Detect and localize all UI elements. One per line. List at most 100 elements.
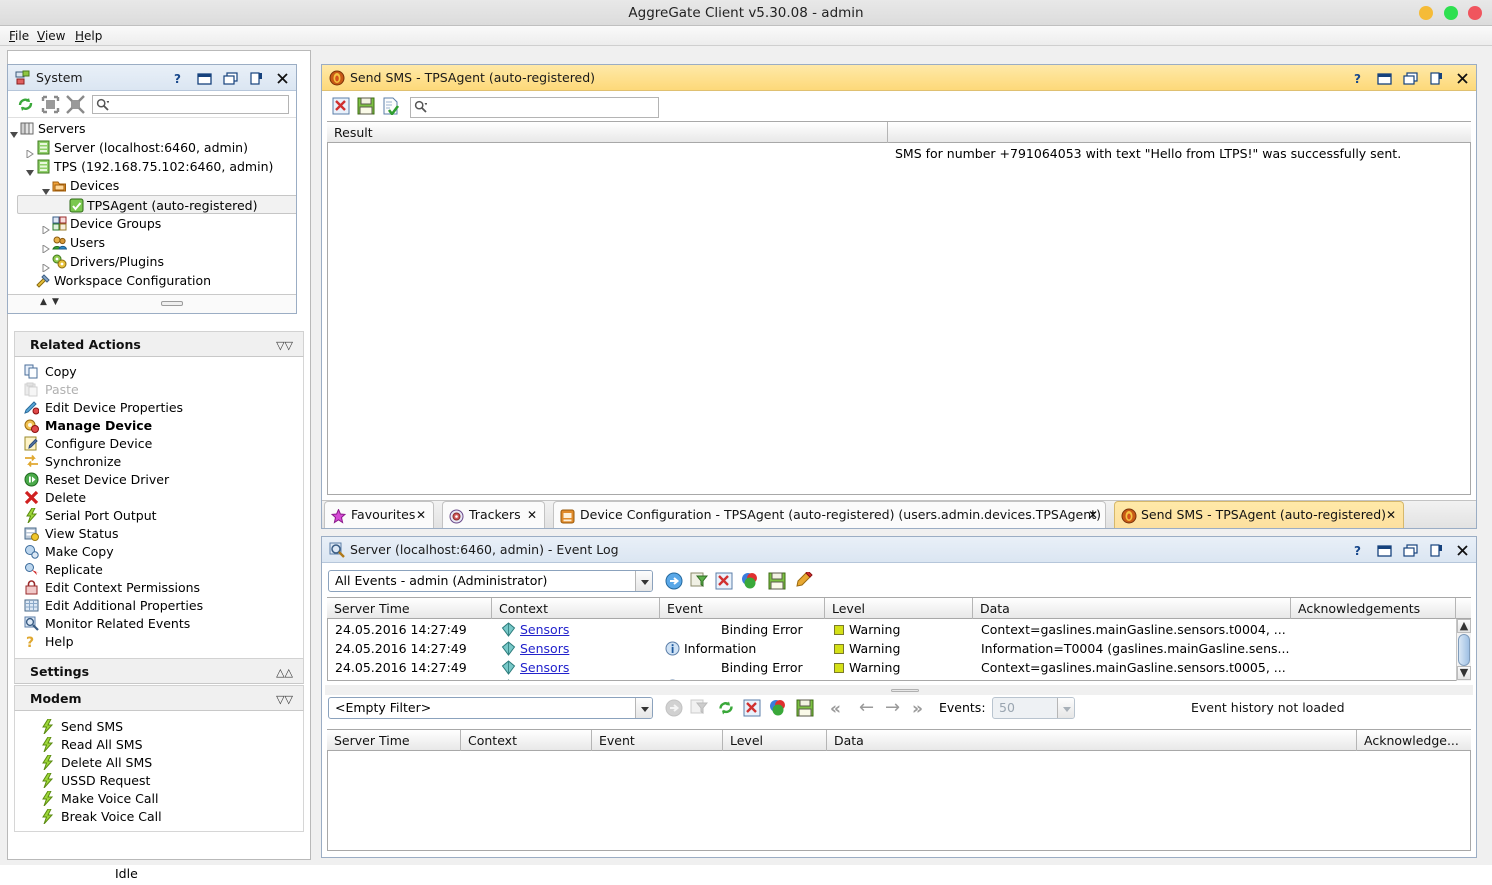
window-close-button[interactable] [1468, 6, 1482, 20]
menu-file[interactable]: File [4, 28, 34, 44]
modem-action-delete-all-sms[interactable]: Delete All SMS [31, 754, 303, 772]
clear-table-icon[interactable] [332, 97, 350, 115]
tree-node-users[interactable]: Users [8, 233, 296, 254]
event-cell-context-link[interactable]: Sensors [520, 622, 569, 637]
action-make-copy[interactable]: Make Copy [15, 543, 303, 561]
history-column-level[interactable]: Level [723, 730, 827, 751]
document-tab-3[interactable]: Send SMS - TPSAgent (auto-registered) ✕ [1114, 501, 1404, 528]
action-configure-device[interactable]: Configure Device [15, 435, 303, 453]
close-icon[interactable]: ✕ [416, 502, 426, 529]
maximize-button[interactable] [1377, 71, 1392, 86]
event-cell-context-link[interactable]: Sensors [520, 641, 569, 656]
action-manage-device[interactable]: Manage Device [15, 417, 303, 435]
event-cell-context[interactable]: Sensors [493, 677, 661, 680]
event-cell-context-link[interactable]: Sensors [520, 660, 569, 675]
help-button[interactable]: ? [1351, 543, 1366, 558]
tree-node-server-localhost-6460-admin[interactable]: Server (localhost:6460, admin) [8, 138, 296, 159]
restore-button[interactable] [223, 71, 238, 86]
cleanup-brush-icon[interactable] [795, 570, 813, 590]
close-button[interactable] [1455, 71, 1470, 86]
maximize-button[interactable] [197, 71, 212, 86]
history-column-server-time[interactable]: Server Time [327, 730, 461, 751]
document-tab-1[interactable]: Trackers ✕ [442, 501, 545, 528]
pin-button[interactable] [249, 71, 264, 86]
colors-icon[interactable] [769, 699, 787, 717]
chevron-up-icon[interactable]: △△ [276, 666, 293, 679]
history-column-acknowledge-[interactable]: Acknowledge... [1357, 730, 1470, 751]
event-log-table-body[interactable]: 24.05.2016 14:27:49 Sensors Binding Error W… [327, 619, 1471, 681]
system-search-input[interactable] [92, 95, 289, 114]
event-column-level[interactable]: Level [825, 598, 973, 619]
expander-expand-icon[interactable] [42, 258, 50, 273]
action-view-status[interactable]: View Status [15, 525, 303, 543]
event-filter-combo[interactable]: All Events - admin (Administrator) [328, 570, 653, 592]
expander-collapse-icon[interactable] [42, 182, 50, 195]
tree-node-device-groups[interactable]: Device Groups [8, 214, 296, 235]
scroll-down-button[interactable]: ▼ [1457, 666, 1471, 680]
collapse-all-icon[interactable] [66, 95, 85, 114]
modem-header[interactable]: Modem ▽▽ [14, 685, 304, 711]
tree-node-workspace-configuration[interactable]: Workspace Configuration [8, 271, 296, 290]
history-filter-combo[interactable]: <Empty Filter> [328, 697, 653, 719]
expander-expand-icon[interactable] [42, 239, 50, 254]
close-icon[interactable]: ✕ [527, 502, 537, 529]
event-column-event[interactable]: Event [660, 598, 825, 619]
save-icon[interactable] [357, 97, 375, 115]
chevron-down-icon[interactable]: ▽▽ [276, 693, 293, 706]
expander-expand-icon[interactable] [42, 220, 50, 235]
event-cell-context[interactable]: Sensors [493, 639, 661, 658]
action-serial-port-output[interactable]: Serial Port Output [15, 507, 303, 525]
clear-table-icon[interactable] [743, 699, 761, 717]
restore-button[interactable] [1403, 71, 1418, 86]
history-column-event[interactable]: Event [592, 730, 723, 751]
window-maximize-button[interactable] [1444, 6, 1458, 20]
event-column-data[interactable]: Data [973, 598, 1291, 619]
menu-help[interactable]: Help [70, 28, 107, 44]
document-tab-0[interactable]: Favourites ✕ [324, 501, 434, 528]
expand-all-icon[interactable] [41, 95, 60, 114]
events-count-combo[interactable]: 50 [992, 697, 1075, 719]
chevron-down-icon[interactable] [1057, 698, 1074, 718]
action-monitor-related-events[interactable]: Monitor Related Events [15, 615, 303, 633]
modem-action-break-voice-call[interactable]: Break Voice Call [31, 808, 303, 826]
action-replicate[interactable]: Replicate [15, 561, 303, 579]
tree-node-drivers-plugins[interactable]: Drivers/Plugins [8, 252, 296, 273]
action-synchronize[interactable]: Synchronize [15, 453, 303, 471]
column-header-message[interactable] [888, 122, 1473, 143]
event-history-table-body[interactable] [327, 751, 1471, 851]
menu-view[interactable]: View [32, 28, 70, 44]
scroll-thumb[interactable] [1458, 634, 1470, 666]
action-edit-device-properties[interactable]: Edit Device Properties [15, 399, 303, 417]
tree-node-tps-192-168-75-102-6460-admin[interactable]: TPS (192.168.75.102:6460, admin) [8, 157, 296, 176]
event-cell-context[interactable]: Sensors [493, 658, 661, 677]
system-tree[interactable]: Servers Server (localhost:6460, admin) TPS… [8, 119, 296, 293]
settings-header[interactable]: Settings △△ [14, 658, 304, 684]
close-icon[interactable]: ✕ [1088, 502, 1098, 529]
related-actions-header[interactable]: Related Actions ▽▽ [14, 331, 304, 357]
tree-node-servers[interactable]: Servers [8, 119, 296, 138]
modem-action-send-sms[interactable]: Send SMS [31, 718, 303, 736]
column-header-result[interactable]: Result [327, 122, 888, 143]
refresh-icon[interactable] [16, 95, 35, 114]
export-document-icon[interactable] [382, 97, 400, 117]
pin-button[interactable] [1429, 543, 1444, 558]
sms-search-input[interactable] [410, 97, 659, 118]
tree-node-tpsagent-auto-registered[interactable]: TPSAgent (auto-registered) [17, 195, 296, 214]
modem-action-read-all-sms[interactable]: Read All SMS [31, 736, 303, 754]
action-reset-device-driver[interactable]: Reset Device Driver [15, 471, 303, 489]
event-column-server-time[interactable]: Server Time [327, 598, 492, 619]
nav-next-button[interactable]: → [885, 697, 900, 718]
nav-first-button[interactable]: « [830, 699, 841, 719]
chevron-down-icon[interactable] [635, 571, 652, 591]
expander-expand-icon[interactable] [26, 144, 34, 159]
event-column-acknowledgements[interactable]: Acknowledgements [1291, 598, 1456, 619]
history-column-data[interactable]: Data [827, 730, 1357, 751]
maximize-button[interactable] [1377, 543, 1392, 558]
tree-node-devices[interactable]: Devices [8, 176, 296, 195]
document-tab-2[interactable]: Device Configuration - TPSAgent (auto-re… [553, 501, 1106, 528]
close-button[interactable] [275, 71, 290, 86]
action-copy[interactable]: Copy [15, 363, 303, 381]
event-cell-context-link[interactable]: Sensors [520, 679, 569, 680]
nav-prev-button[interactable]: ← [859, 697, 874, 718]
pin-button[interactable] [1429, 71, 1444, 86]
